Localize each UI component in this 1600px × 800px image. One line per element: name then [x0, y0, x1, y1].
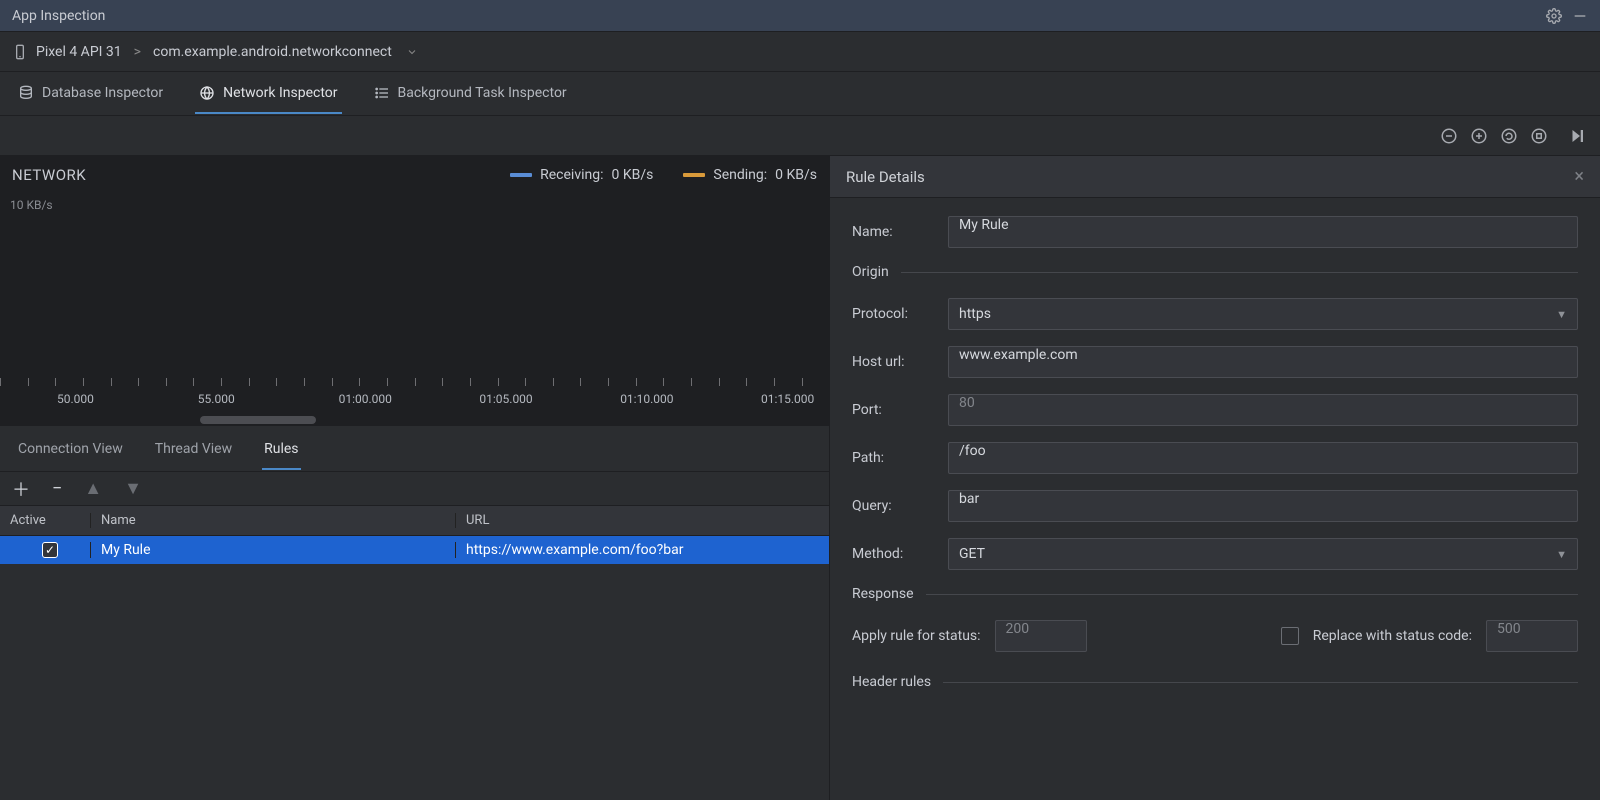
breadcrumb[interactable]: Pixel 4 API 31 > com.example.android.net… [0, 32, 1600, 72]
row-url: https://www.example.com/foo?bar [455, 542, 829, 558]
panel-title: App Inspection [12, 8, 1546, 24]
add-icon[interactable]: ＋ [12, 476, 30, 502]
go-live-icon[interactable] [1568, 127, 1586, 145]
tab-label: Background Task Inspector [398, 85, 567, 101]
timeline-scrollbar[interactable] [200, 416, 316, 424]
sending-swatch [683, 173, 705, 177]
col-header-active[interactable]: Active [0, 513, 90, 528]
breadcrumb-separator: > [134, 44, 141, 60]
rules-toolbar: ＋ − ▲ ▼ [0, 472, 829, 506]
name-label: Name: [852, 224, 934, 240]
receiving-swatch [510, 173, 532, 177]
chevron-down-icon[interactable] [406, 46, 418, 58]
y-axis-label: 10 KB/s [10, 198, 829, 212]
tab-rules[interactable]: Rules [262, 429, 300, 469]
tick-label: 01:00.000 [337, 392, 478, 406]
host-input[interactable]: www.example.com [948, 346, 1578, 378]
rule-details-header: Rule Details × [830, 156, 1600, 198]
chevron-down-icon: ▼ [1556, 548, 1567, 561]
title-bar: App Inspection [0, 0, 1600, 32]
device-icon [12, 44, 28, 60]
list-icon [374, 85, 390, 101]
chevron-down-icon: ▼ [1556, 308, 1567, 321]
tab-label: Network Inspector [223, 85, 337, 101]
network-toolbar [0, 116, 1600, 156]
apply-status-input[interactable]: 200 [995, 620, 1087, 652]
origin-section: Origin [852, 264, 1578, 280]
replace-status-checkbox[interactable] [1281, 627, 1299, 645]
method-label: Method: [852, 546, 934, 562]
apply-status-label: Apply rule for status: [852, 628, 981, 644]
network-chart[interactable]: NETWORK Receiving: 0 KB/s Sending: 0 KB/… [0, 156, 829, 426]
up-icon[interactable]: ▲ [84, 478, 102, 499]
port-input[interactable]: 80 [948, 394, 1578, 426]
down-icon[interactable]: ▼ [124, 478, 142, 499]
tick-label: 01:10.000 [618, 392, 759, 406]
col-header-url[interactable]: URL [455, 513, 829, 528]
tab-connection-view[interactable]: Connection View [16, 429, 125, 469]
host-label: Host url: [852, 354, 934, 370]
tick-label: 01:15.000 [759, 392, 829, 406]
tab-thread-view[interactable]: Thread View [153, 429, 234, 469]
inspector-tabs: Database Inspector Network Inspector Bac… [0, 72, 1600, 116]
port-label: Port: [852, 402, 934, 418]
path-label: Path: [852, 450, 934, 466]
replace-status-label: Replace with status code: [1313, 628, 1472, 644]
close-icon[interactable]: × [1574, 166, 1584, 187]
legend-receiving: Receiving: 0 KB/s [510, 167, 653, 183]
query-input[interactable]: bar [948, 490, 1578, 522]
row-name: My Rule [90, 542, 455, 558]
remove-icon[interactable]: − [52, 478, 62, 499]
col-header-name[interactable]: Name [90, 513, 455, 528]
rule-details-title: Rule Details [846, 168, 1574, 186]
protocol-label: Protocol: [852, 306, 934, 322]
header-rules-section: Header rules [852, 674, 1578, 690]
tab-label: Database Inspector [42, 85, 163, 101]
table-row[interactable]: ✓ My Rule https://www.example.com/foo?ba… [0, 536, 829, 564]
breadcrumb-process: com.example.android.networkconnect [153, 44, 392, 60]
zoom-in-icon[interactable] [1470, 127, 1488, 145]
database-icon [18, 85, 34, 101]
active-checkbox[interactable]: ✓ [42, 542, 58, 558]
tick-label: 55.000 [196, 392, 337, 406]
replace-status-input[interactable]: 500 [1486, 620, 1578, 652]
breadcrumb-device: Pixel 4 API 31 [36, 44, 122, 60]
legend-sending: Sending: 0 KB/s [683, 167, 817, 183]
tick-label: 01:05.000 [477, 392, 618, 406]
method-select[interactable]: GET ▼ [948, 538, 1578, 570]
gear-icon[interactable] [1546, 8, 1562, 24]
minimize-icon[interactable] [1572, 8, 1588, 24]
tab-database-inspector[interactable]: Database Inspector [14, 73, 167, 115]
protocol-select[interactable]: https ▼ [948, 298, 1578, 330]
globe-icon [199, 85, 215, 101]
response-section: Response [852, 586, 1578, 602]
zoom-out-icon[interactable] [1440, 127, 1458, 145]
path-input[interactable]: /foo [948, 442, 1578, 474]
rules-subtabs: Connection View Thread View Rules [0, 426, 829, 472]
network-title: NETWORK [12, 166, 86, 184]
timeline-axis[interactable]: 50.000 55.000 01:00.000 01:05.000 01:10.… [0, 378, 829, 426]
tick-label: 50.000 [55, 392, 196, 406]
name-input[interactable]: My Rule [948, 216, 1578, 248]
zoom-selection-icon[interactable] [1530, 127, 1548, 145]
query-label: Query: [852, 498, 934, 514]
tab-network-inspector[interactable]: Network Inspector [195, 73, 341, 115]
tab-background-inspector[interactable]: Background Task Inspector [370, 73, 571, 115]
reset-zoom-icon[interactable] [1500, 127, 1518, 145]
rules-table: Active Name URL ✓ My Rule https://www.ex… [0, 506, 829, 800]
